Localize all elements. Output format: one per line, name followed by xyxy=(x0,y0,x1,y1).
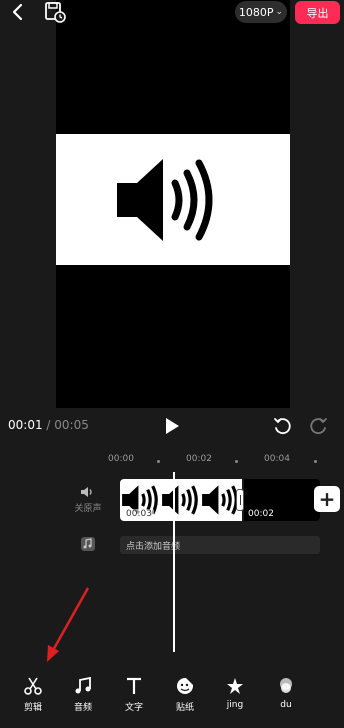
ruler-tick: 00:00 xyxy=(108,454,134,464)
chevron-down-icon: ⌄ xyxy=(275,7,284,17)
ruler-dot xyxy=(157,460,160,463)
add-music-track[interactable]: 点击添加音频 xyxy=(120,536,320,554)
bottom-toolbar: 剪辑 音频 文字 贴纸 jing du xyxy=(0,668,344,728)
export-button[interactable]: 导出 xyxy=(295,1,340,24)
transition-handle[interactable] xyxy=(236,489,244,511)
video-editor-screen: 1080P ⌄ 导出 00:01 / 00:05 00:00 00:02 00:… xyxy=(0,0,344,728)
music-icon xyxy=(81,537,95,551)
effects-icon xyxy=(227,678,243,694)
ruler-tick: 00:04 xyxy=(264,454,290,464)
top-bar: 1080P ⌄ 导出 xyxy=(0,0,344,26)
tool-text[interactable]: 文字 xyxy=(114,676,154,713)
time-separator: / xyxy=(42,418,55,432)
preview-frame xyxy=(56,134,290,265)
sticker-icon xyxy=(177,678,193,694)
speaker-thumbnail-icon xyxy=(162,485,198,515)
timecode: 00:01 / 00:05 xyxy=(8,418,89,432)
save-draft-icon[interactable] xyxy=(44,1,66,23)
undo-icon[interactable] xyxy=(272,416,292,436)
video-preview[interactable] xyxy=(56,0,290,408)
tool-sticker[interactable]: 贴纸 xyxy=(165,676,205,713)
back-arrow-icon[interactable] xyxy=(8,2,28,22)
tool-label: 剪辑 xyxy=(23,703,42,713)
speaker-icon xyxy=(117,158,213,241)
tool-effects[interactable]: jing xyxy=(215,676,255,710)
ruler-dot xyxy=(235,460,238,463)
tool-filter[interactable]: du xyxy=(266,676,306,710)
resolution-selector[interactable]: 1080P ⌄ xyxy=(235,1,287,23)
tool-label: 文字 xyxy=(124,703,143,713)
redo-icon[interactable] xyxy=(309,416,329,436)
scissors-icon xyxy=(24,677,42,695)
clip-duration: 00:03 xyxy=(124,509,154,519)
timeline[interactable]: 00:00 00:02 00:04 关原声 00:03 00:02 + 点击添加… xyxy=(0,444,344,668)
tool-label: 贴纸 xyxy=(175,703,194,713)
playback-controls: 00:01 / 00:05 xyxy=(0,408,344,444)
filter-icon xyxy=(280,678,292,693)
clip-duration: 00:02 xyxy=(248,509,274,519)
video-clip[interactable]: 00:02 xyxy=(244,479,320,521)
total-time: 00:05 xyxy=(54,418,89,432)
tool-label: jing xyxy=(226,700,244,710)
resolution-label: 1080P xyxy=(238,5,274,19)
add-music-label: 点击添加音频 xyxy=(126,541,181,552)
music-track-header xyxy=(62,536,114,555)
original-audio-toggle[interactable]: 关原声 xyxy=(62,486,114,514)
add-clip-button[interactable]: + xyxy=(314,486,340,512)
current-time: 00:01 xyxy=(8,418,43,432)
playhead[interactable] xyxy=(173,472,175,652)
tool-audio[interactable]: 音频 xyxy=(63,676,103,713)
ruler-tick: 00:02 xyxy=(186,454,212,464)
ruler-dot xyxy=(314,460,317,463)
video-clip[interactable]: 00:03 xyxy=(120,479,242,521)
video-track[interactable]: 00:03 00:02 xyxy=(120,479,320,521)
volume-icon xyxy=(81,487,92,497)
original-audio-label: 关原声 xyxy=(74,504,102,514)
play-icon[interactable] xyxy=(162,416,182,436)
tool-label: du xyxy=(280,700,292,710)
tool-edit[interactable]: 剪辑 xyxy=(13,676,53,713)
tool-label: 音频 xyxy=(73,703,92,713)
time-ruler: 00:00 00:02 00:04 xyxy=(0,452,344,468)
music-note-icon xyxy=(75,676,91,694)
text-icon xyxy=(127,677,141,694)
